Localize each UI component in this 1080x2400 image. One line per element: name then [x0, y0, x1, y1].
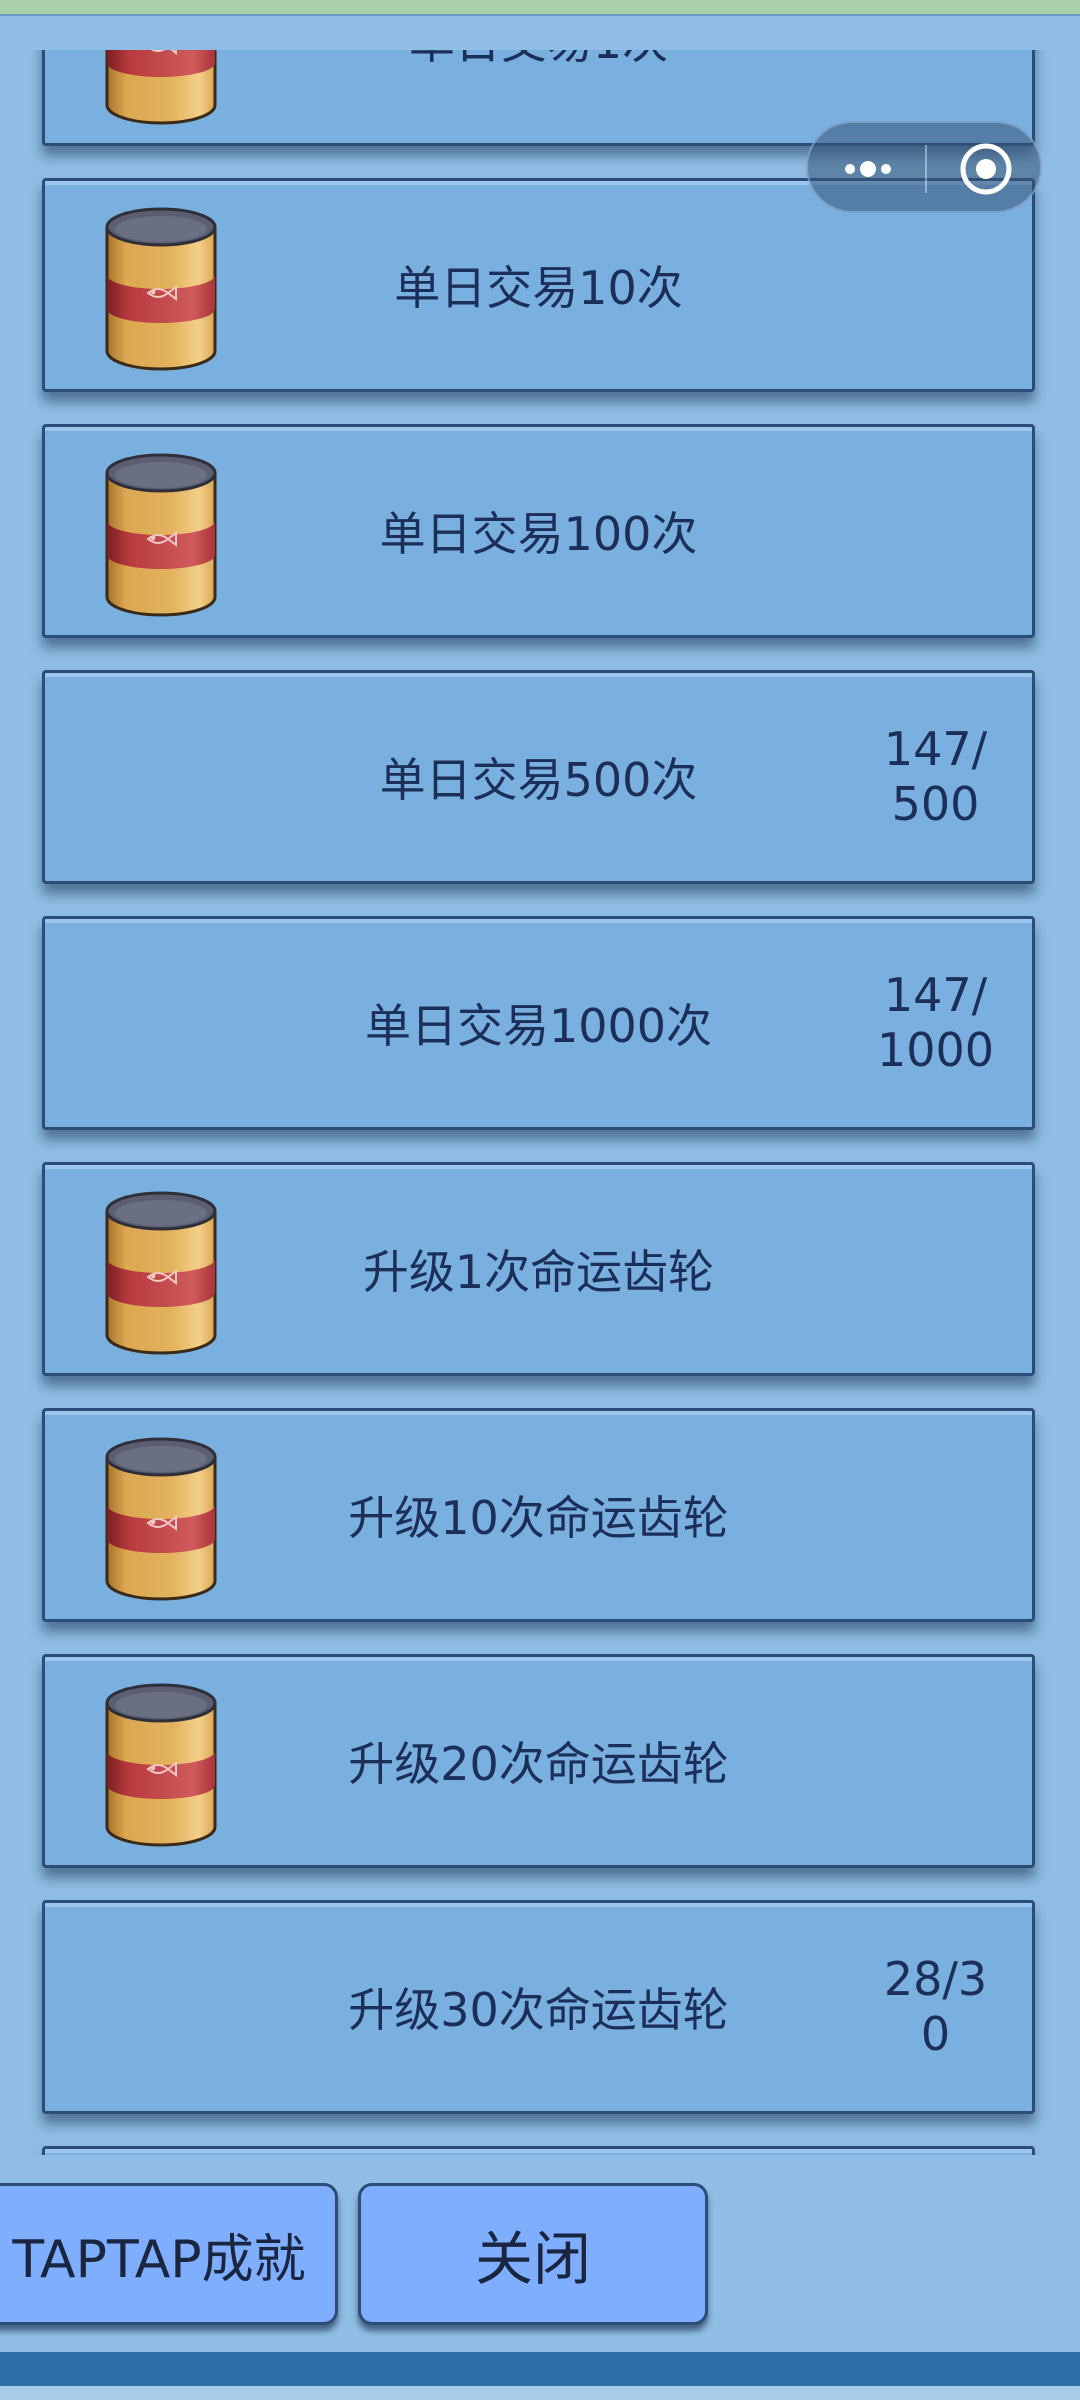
achievement-card[interactable]: 升级1次命运齿轮: [42, 1162, 1035, 1376]
achievement-title: 升级20次命运齿轮: [348, 1737, 729, 1791]
achievement-card[interactable]: 单日交易500次 147/500: [42, 670, 1035, 884]
achievement-title: 升级10次命运齿轮: [348, 1491, 729, 1545]
bottom-bar: [0, 2352, 1080, 2386]
achievement-title: 单日交易1次: [45, 50, 1032, 72]
achievement-card[interactable]: 升级10次命运齿轮: [42, 1408, 1035, 1622]
more-dots-icon[interactable]: [838, 147, 898, 191]
achievement-card[interactable]: 单日交易100次: [42, 424, 1035, 638]
bottom-edge: [0, 2386, 1080, 2400]
achievement-card[interactable]: 升级20次命运齿轮: [42, 1654, 1035, 1868]
capsule-divider: [925, 145, 927, 193]
target-circle-icon[interactable]: [958, 141, 1014, 197]
achievement-list[interactable]: 单日交易1次 单日交易10次: [0, 50, 1080, 2155]
achievement-title: 单日交易100次: [379, 507, 698, 561]
achievement-card[interactable]: 升级30次命运齿轮 28/30: [42, 1900, 1035, 2114]
achievement-progress: 147/1000: [876, 968, 995, 1077]
mini-program-capsule: [806, 121, 1042, 213]
achievement-progress: 147/500: [883, 722, 988, 831]
achievement-title: 升级1次命运齿轮: [362, 1245, 715, 1299]
achievement-card[interactable]: 单日交易1000次 147/1000: [42, 916, 1035, 1130]
top-strip: [0, 0, 1080, 16]
achievement-progress: 28/30: [883, 1952, 988, 2061]
achievement-title: 单日交易10次: [394, 261, 683, 315]
achievement-card-partial[interactable]: [42, 2146, 1035, 2155]
close-button[interactable]: 关闭: [358, 2183, 708, 2325]
taptap-achievements-button[interactable]: TAPTAP成就: [0, 2183, 338, 2325]
